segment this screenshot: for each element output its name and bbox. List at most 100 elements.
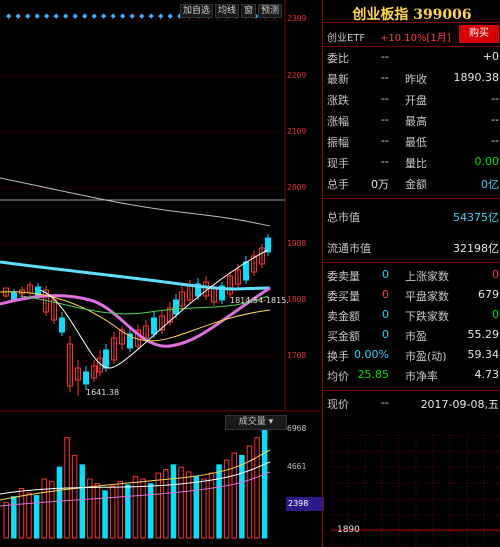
divider bbox=[323, 390, 500, 391]
row-value: 0 bbox=[382, 268, 389, 281]
volume-bar bbox=[33, 495, 40, 539]
volume-ma bbox=[0, 449, 271, 501]
row-label: 现手 bbox=[327, 157, 349, 170]
candle-body bbox=[151, 317, 157, 335]
volume-bars bbox=[3, 421, 268, 539]
quote-row: 换手 0.00% 市盈(动) 59.34 bbox=[327, 348, 499, 364]
volume-bar bbox=[216, 464, 222, 539]
row-label: 换手 bbox=[327, 350, 349, 363]
volume-bar bbox=[170, 464, 177, 539]
forecast-button[interactable]: 预测 bbox=[258, 4, 283, 18]
volume-bar bbox=[26, 492, 32, 539]
row-label-2: 下跌家数 bbox=[405, 310, 449, 323]
price-chart[interactable] bbox=[0, 0, 320, 410]
quote-row: 现价 -- 2017-09-08,五 bbox=[327, 396, 499, 412]
row-label-2: 市净率 bbox=[405, 370, 438, 383]
divider bbox=[323, 46, 500, 47]
window-button[interactable]: 窗 bbox=[241, 4, 257, 18]
row-value: -- bbox=[381, 71, 389, 84]
row-value-2: 55.29 bbox=[467, 328, 500, 341]
row-label: 买金额 bbox=[327, 330, 360, 343]
row-value: -- bbox=[381, 50, 389, 63]
row-label: 流通市值 bbox=[327, 242, 371, 255]
etf-name[interactable]: 创业ETF bbox=[327, 29, 365, 44]
row-label-2: 市盈(动) bbox=[405, 350, 447, 363]
volume-bar bbox=[117, 480, 123, 539]
volume-bar bbox=[132, 476, 139, 539]
volume-ma bbox=[0, 461, 271, 495]
quote-row: 涨跌 -- 开盘 -- bbox=[327, 92, 499, 108]
row-label: 涨幅 bbox=[327, 115, 349, 128]
row-label: 总手 bbox=[327, 178, 349, 191]
candle-body bbox=[243, 261, 249, 281]
quote-row: 振幅 -- 最低 -- bbox=[327, 134, 499, 150]
price-tick: 2309 bbox=[287, 14, 307, 23]
event-marker-icon: ◆ bbox=[15, 12, 21, 20]
quote-row: 总手 0万 金额 0亿 bbox=[327, 176, 499, 192]
volume-bar bbox=[49, 480, 55, 539]
chart-toolbar: 加自选 均线 窗 预测 bbox=[180, 4, 283, 18]
row-value-2: -- bbox=[491, 92, 499, 105]
quote-row: 最新 -- 昨收 1890.38 bbox=[327, 71, 499, 87]
mini-chart-label: 1890 bbox=[337, 525, 360, 535]
row-value-2: 59.34 bbox=[467, 348, 500, 361]
volume-bar bbox=[109, 485, 116, 539]
event-marker-icon: ◆ bbox=[53, 12, 59, 20]
event-marker-icon: ◆ bbox=[167, 12, 173, 20]
row-value-2: 0亿 bbox=[481, 178, 499, 191]
buy-button[interactable]: 购买 bbox=[459, 25, 499, 43]
row-value-2: 1890.38 bbox=[453, 71, 500, 84]
volume-tick: 4661 bbox=[287, 462, 307, 471]
volume-bar bbox=[56, 466, 63, 539]
row-value-2: -- bbox=[491, 113, 499, 126]
row-value: -- bbox=[381, 155, 389, 168]
volume-title[interactable]: 成交量 ▾ bbox=[225, 415, 287, 430]
etf-change: +10.10%[1月] bbox=[380, 33, 451, 44]
row-value-2: +0 bbox=[482, 50, 499, 63]
candle-body bbox=[103, 349, 109, 369]
row-label-2: 开盘 bbox=[405, 94, 427, 107]
quote-row: 卖金额 0 下跌家数 0 bbox=[327, 308, 499, 324]
volume-bar bbox=[11, 496, 17, 539]
volume-bar bbox=[254, 437, 260, 539]
event-marker-icon: ◆ bbox=[72, 12, 78, 20]
row-label: 振幅 bbox=[327, 136, 349, 149]
row-label-2: 平盘家数 bbox=[405, 290, 449, 303]
row-label: 现价 bbox=[327, 398, 349, 411]
candle-body bbox=[83, 371, 89, 385]
event-marker-icon: ◆ bbox=[158, 12, 164, 20]
divider bbox=[323, 262, 500, 263]
quote-row: 委买量 0 平盘家数 679 bbox=[327, 288, 499, 304]
volume-bar bbox=[193, 476, 199, 539]
row-value-2: -- bbox=[491, 134, 499, 147]
event-marker-icon: ◆ bbox=[139, 12, 145, 20]
event-marker-icon: ◆ bbox=[82, 12, 88, 20]
chart-panel[interactable]: ◆◆◆◆◆◆◆◆◆◆◆◆◆◆◆◆◆◆◆◆◆◆◆◆◆◆◆◆◆ 加自选 均线 窗 预… bbox=[0, 0, 324, 547]
row-label: 卖金额 bbox=[327, 310, 360, 323]
volume-bar bbox=[94, 483, 101, 539]
row-value-2: 54375亿 bbox=[453, 211, 499, 224]
row-label: 最新 bbox=[327, 73, 349, 86]
event-marker-icon: ◆ bbox=[6, 12, 12, 20]
candle-body bbox=[265, 237, 271, 253]
candle-body bbox=[173, 299, 179, 315]
candle-body bbox=[59, 317, 65, 333]
row-label-2: 量比 bbox=[405, 157, 427, 170]
row-label: 委比 bbox=[327, 52, 349, 65]
divider bbox=[323, 22, 500, 23]
quote-row: 涨幅 -- 最高 -- bbox=[327, 113, 499, 129]
row-value: 0 bbox=[382, 308, 389, 321]
add-watchlist-button[interactable]: 加自选 bbox=[180, 4, 214, 18]
row-label-2: 最低 bbox=[405, 136, 427, 149]
quote-row: 委卖量 0 上涨家数 0 bbox=[327, 268, 499, 284]
event-marker-icon: ◆ bbox=[91, 12, 97, 20]
row-value: -- bbox=[381, 92, 389, 105]
row-value-2: 4.73 bbox=[474, 368, 500, 381]
ma-button[interactable]: 均线 bbox=[215, 4, 240, 18]
row-value: 0万 bbox=[371, 178, 389, 191]
quote-row: 买金额 0 市盈 55.29 bbox=[327, 328, 499, 344]
volume-bar bbox=[208, 472, 215, 539]
row-value: 0 bbox=[382, 288, 389, 301]
price-tick: 1908 bbox=[287, 239, 307, 248]
row-value: -- bbox=[381, 113, 389, 126]
